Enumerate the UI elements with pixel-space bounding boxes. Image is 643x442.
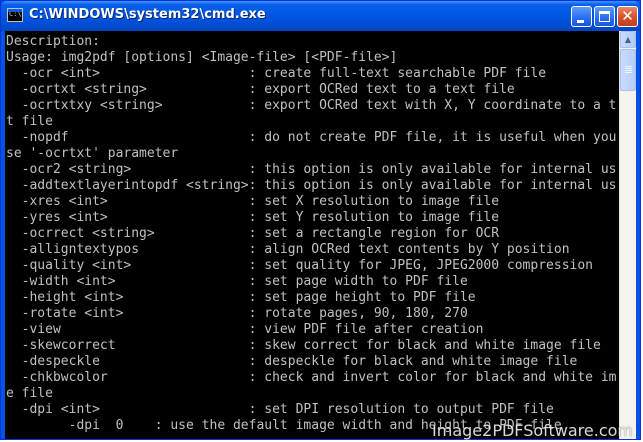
close-button[interactable]: ✕ [617,6,638,27]
console-line: -nopdf : do not create PDF file, it is u… [6,130,617,145]
console-line: -dpi <int> : set DPI resolution to outpu… [6,402,554,417]
maximize-icon [599,11,610,22]
console-line: se '-ocrtxt' parameter [6,146,179,161]
console-line: -alligntextypos : align OCRed text conte… [6,242,570,257]
console-output[interactable]: Description: Usage: img2pdf [options] <I… [5,31,617,439]
console-line: -rotate <int> : rotate pages, 90, 180, 2… [6,306,468,321]
console-line: -ocr <int> : create full-text searchable… [6,66,547,81]
console-line: -width <int> : set page width to PDF fil… [6,274,468,289]
console-line: e file [6,386,53,401]
cmd-app-icon[interactable]: C:\ [7,8,23,22]
console-line: -yres <int> : set Y resolution to image … [6,210,500,225]
console-line: -ocrtxt <string> : export OCRed text to … [6,82,515,97]
scrollbar-thumb[interactable] [620,49,636,91]
console-line: -skewcorrect : skew correct for black an… [6,338,601,353]
cmd-window: C:\ C:\WINDOWS\system32\cmd.exe ✕ Descri… [0,0,641,440]
console-line: -xres <int> : set X resolution to image … [6,194,500,209]
maximize-button[interactable] [594,6,615,27]
close-icon: ✕ [621,7,634,25]
console-line: -ocr2 <string> : this option is only ava… [6,162,617,177]
console-line: Usage: img2pdf [options] <Image-file> [<… [6,50,398,65]
window-title: C:\WINDOWS\system32\cmd.exe [29,7,266,22]
console-line: -view : view PDF file after creation [6,322,484,337]
console-line: -ocrrect <string> : set a rectangle regi… [6,226,500,241]
console-line: t file [6,114,53,129]
vertical-scrollbar[interactable]: ▲ [619,31,636,439]
console-line: -despeckle : despeckle for black and whi… [6,354,578,369]
console-line: -chkbwcolor : check and invert color for… [6,370,617,385]
console-line: Description: [6,34,100,49]
title-bar[interactable]: C:\ C:\WINDOWS\system32\cmd.exe ✕ [1,1,640,31]
console-line: -ocrtxtxy <string> : export OCRed text w… [6,98,617,113]
minimize-button[interactable] [571,6,592,27]
console-area[interactable]: Description: Usage: img2pdf [options] <I… [5,31,636,439]
scroll-up-arrow-icon[interactable]: ▲ [620,31,636,48]
watermark-text: Image2PDFSoftware.com [432,421,633,440]
console-text: Description: Usage: img2pdf [options] <I… [5,31,617,434]
console-line: -height <int> : set page height to PDF f… [6,290,476,305]
minimize-icon [577,20,584,23]
console-line: -addtextlayerintopdf <string>: this opti… [6,178,617,193]
console-line: -quality <int> : set quality for JPEG, J… [6,258,593,273]
